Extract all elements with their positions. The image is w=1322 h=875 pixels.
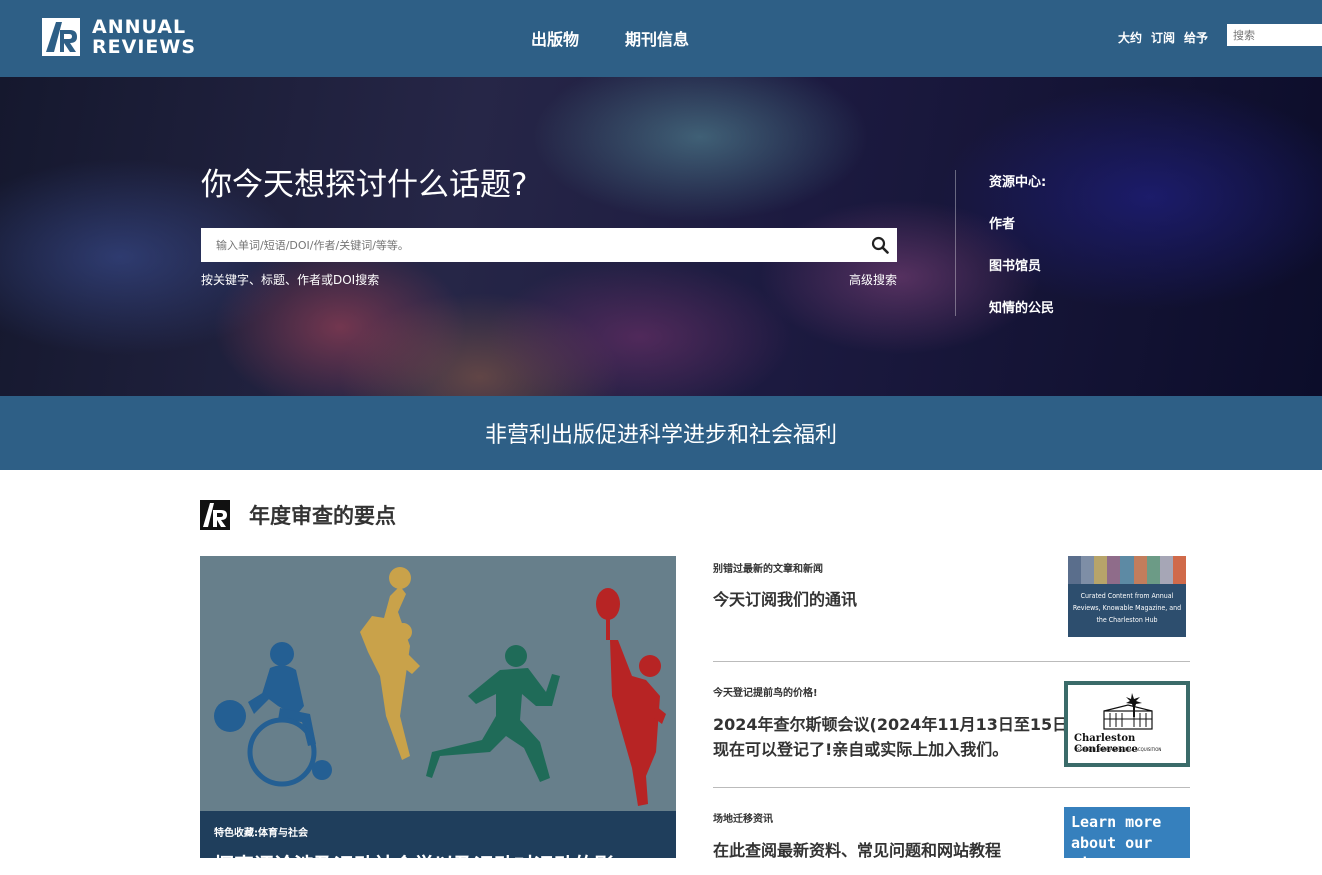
ar-logo-mark-icon — [42, 18, 80, 56]
curated-content-thumbnail[interactable]: Curated Content from Annual Reviews, Kno… — [1068, 556, 1186, 637]
hero-banner: 你今天想探讨什么话题? 按关键字、标题、作者或DOI搜索 高级搜索 资源中心: … — [0, 77, 1322, 396]
resource-heading: 资源中心: — [989, 175, 1047, 190]
advanced-search-link[interactable]: 高级搜索 — [849, 271, 897, 288]
resource-librarians[interactable]: 图书馆员 — [989, 255, 1054, 297]
learn-more-line-1: Learn more — [1071, 813, 1162, 831]
news-item-migration: 场地迁移资讯 在此查阅最新资料、常见问题和网站教程 Learn more abo… — [713, 807, 1190, 873]
curated-thumbnail-text: Curated Content from Annual Reviews, Kno… — [1072, 592, 1182, 624]
news-item-conference: 今天登记提前鸟的价格! 2024年查尔斯顿会议(2024年11月13日至15日)… — [713, 681, 1190, 774]
logo-line-1: ANNUAL — [92, 16, 187, 38]
nav-journal-info[interactable]: 期刊信息 — [625, 26, 689, 50]
nav-give[interactable]: 给予 — [1184, 29, 1208, 46]
logo-line-2: REVIEWS — [92, 36, 197, 58]
hero-title: 你今天想探讨什么话题? — [201, 167, 528, 203]
news-divider — [713, 661, 1190, 662]
news-divider — [713, 787, 1190, 788]
feature-card[interactable]: 特色收藏:体育与社会 探索评论涉及运动社会学以及运动对运动的影 — [200, 556, 676, 858]
main-nav: 出版物 期刊信息 — [531, 26, 689, 50]
hero-divider — [955, 170, 956, 316]
site-header: ANNUAL REVIEWS 出版物 期刊信息 大约 订阅 给予 — [0, 0, 1322, 77]
learn-more-thumbnail[interactable]: Learn more about our site — [1064, 807, 1190, 873]
nav-publications[interactable]: 出版物 — [531, 26, 579, 50]
resource-citizens[interactable]: 知情的公民 — [989, 297, 1054, 339]
search-button[interactable] — [863, 228, 897, 262]
news-item-newsletter: 别错过最新的文章和新闻 今天订阅我们的通讯 Curated Content fr… — [713, 556, 1190, 640]
search-icon — [871, 236, 889, 254]
annual-reviews-logo[interactable]: ANNUAL REVIEWS — [42, 17, 196, 57]
hero-search-input[interactable] — [201, 228, 863, 262]
nav-subscribe[interactable]: 订阅 — [1151, 29, 1175, 46]
color-bars-graphic — [1068, 556, 1186, 584]
mission-banner: 非营利出版促进科学进步和社会福利 — [0, 396, 1322, 470]
highlights-title: 年度审查的要点 — [249, 504, 396, 528]
hero-search-box — [201, 228, 897, 262]
header-search-input[interactable] — [1227, 24, 1322, 46]
feature-caption: 特色收藏:体育与社会 探索评论涉及运动社会学以及运动对运动的影 — [200, 811, 676, 858]
charleston-conference-thumbnail[interactable]: Charleston Conference ISSUES IN BOOK AND… — [1064, 681, 1190, 767]
charleston-subtitle: ISSUES IN BOOK AND SERIAL ACQUISITION — [1076, 747, 1162, 752]
resource-authors[interactable]: 作者 — [989, 213, 1054, 255]
nav-about[interactable]: 大约 — [1118, 29, 1142, 46]
search-hint: 按关键字、标题、作者或DOI搜索 — [201, 273, 380, 287]
sports-silhouettes-image — [200, 556, 676, 811]
feature-tag: 特色收藏:体育与社会 — [214, 828, 308, 839]
highlights-header: 年度审查的要点 — [200, 500, 396, 530]
mission-text: 非营利出版促进科学进步和社会福利 — [484, 423, 837, 448]
ar-section-icon — [200, 500, 230, 530]
resource-center: 资源中心: 作者 图书馆员 知情的公民 — [989, 171, 1054, 339]
utility-nav: 大约 订阅 给予 — [1118, 29, 1208, 46]
logo-wordmark: ANNUAL REVIEWS — [92, 17, 196, 57]
feature-title[interactable]: 探索评论涉及运动社会学以及运动对运动的影 — [214, 849, 662, 858]
charleston-building-icon — [1103, 693, 1153, 730]
learn-more-line-2: about our site — [1071, 834, 1153, 873]
